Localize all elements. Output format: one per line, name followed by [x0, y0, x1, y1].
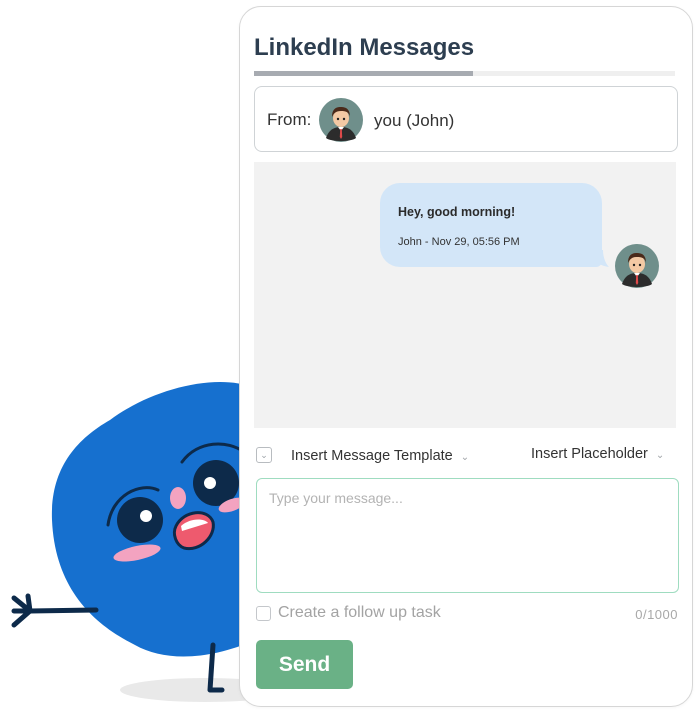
- chevron-down-icon: ⌄: [260, 449, 268, 460]
- send-button[interactable]: Send: [256, 640, 353, 689]
- message-text: Hey, good morning!: [398, 205, 516, 219]
- chevron-down-icon: ⌄: [460, 452, 470, 463]
- message-input[interactable]: [256, 478, 679, 593]
- from-label: From:: [267, 110, 312, 129]
- progress-fill: [254, 71, 473, 76]
- from-selector[interactable]: From: you (John): [254, 86, 678, 152]
- bubble-tail: [591, 250, 609, 267]
- mascot-hand: [11, 593, 33, 628]
- mascot-eye-right: [193, 460, 239, 506]
- followup-checkbox[interactable]: [256, 606, 271, 621]
- char-counter: 0/1000: [635, 607, 678, 622]
- messages-card: LinkedIn Messages From: you (John) Hey, …: [239, 6, 693, 707]
- message-bubble: Hey, good morning! John - Nov 29, 05:56 …: [380, 183, 602, 267]
- mascot-mouth: [172, 511, 215, 551]
- chevron-down-icon: ⌄: [655, 450, 665, 461]
- followup-label: Create a follow up task: [278, 604, 441, 621]
- template-toggle[interactable]: ⌄: [256, 447, 272, 463]
- chat-area: Hey, good morning! John - Nov 29, 05:56 …: [254, 162, 676, 428]
- mascot-cheek-left: [113, 544, 161, 562]
- person-avatar-icon: [319, 98, 363, 142]
- insert-template-dropdown[interactable]: Insert Message Template ⌄: [291, 448, 469, 464]
- mascot-body: [51, 382, 256, 657]
- sender-name: you (John): [374, 111, 455, 130]
- mascot-brow-right: [180, 442, 246, 464]
- insert-placeholder-dropdown[interactable]: Insert Placeholder ⌄: [531, 446, 664, 462]
- mascot-leg: [207, 642, 225, 693]
- progress-bar: [254, 71, 675, 76]
- person-avatar-icon: [615, 244, 659, 288]
- mascot-arm: [27, 607, 99, 614]
- message-meta: John - Nov 29, 05:56 PM: [398, 236, 520, 248]
- insert-template-label: Insert Message Template: [291, 448, 453, 464]
- mascot-brow-left: [106, 486, 160, 527]
- page-title: LinkedIn Messages: [254, 34, 475, 61]
- insert-placeholder-label: Insert Placeholder: [531, 446, 648, 462]
- mascot-eye-left: [117, 497, 163, 543]
